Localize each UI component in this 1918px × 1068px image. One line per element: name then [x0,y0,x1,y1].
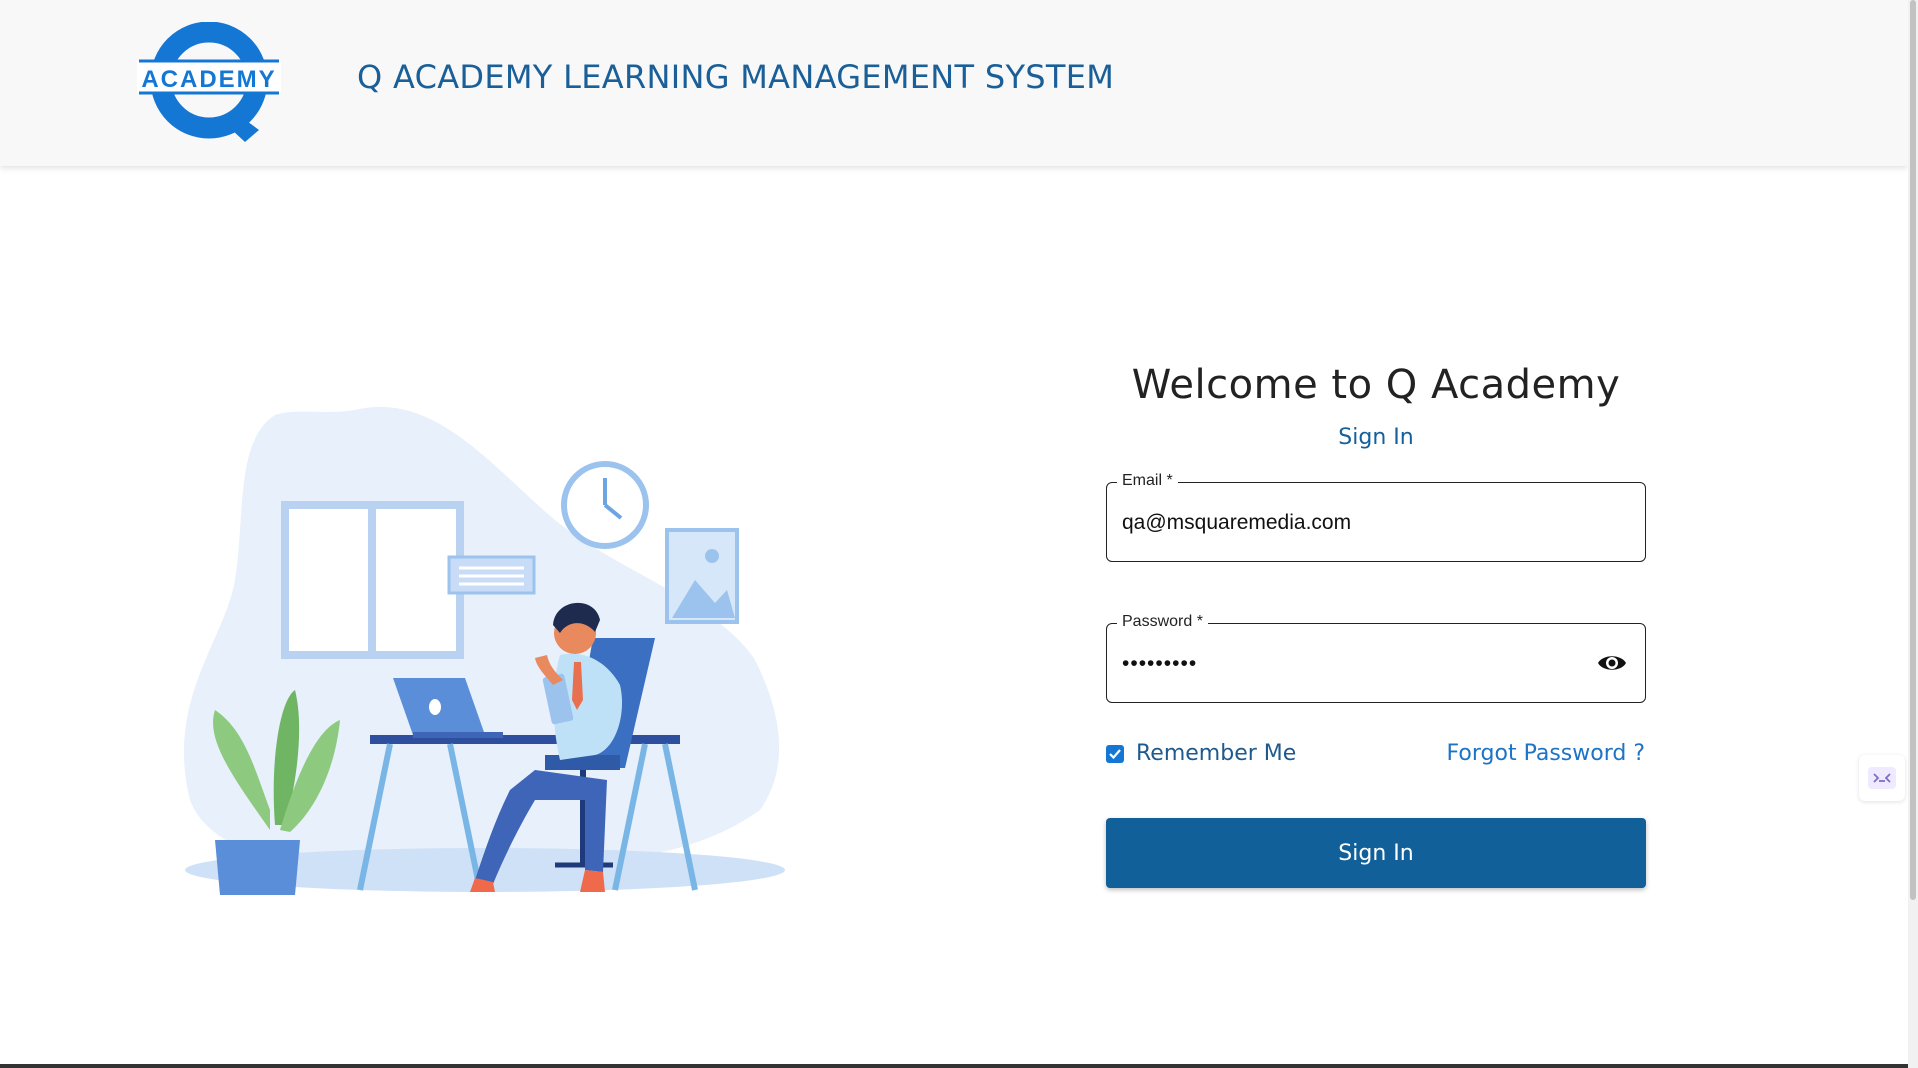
email-input[interactable] [1122,507,1585,539]
window-icon [281,501,464,659]
side-widget[interactable] [1859,755,1905,801]
remember-me[interactable]: Remember Me [1106,741,1296,766]
email-label: Email * [1117,472,1178,490]
password-field[interactable]: Password * [1106,613,1646,703]
scrollbar-thumb[interactable] [1910,0,1916,900]
remember-me-label: Remember Me [1136,741,1297,766]
header: ACADEMY Q ACADEMY LEARNING MANAGEMENT SY… [0,0,1908,166]
remember-me-checkbox[interactable] [1106,744,1124,763]
eye-icon[interactable] [1597,651,1627,675]
q-academy-logo[interactable]: ACADEMY [137,22,281,144]
chat-bubble-icon [447,555,536,595]
email-field[interactable]: Email * [1106,472,1646,562]
password-label: Password * [1117,613,1208,631]
sign-in-subtitle: Sign In [1338,425,1414,450]
clock-icon [561,461,649,549]
bottom-border [0,1064,1908,1068]
logo-text: ACADEMY [141,66,276,93]
password-input[interactable] [1122,648,1585,680]
sign-in-button[interactable]: Sign In [1106,818,1646,888]
vertical-scrollbar[interactable] [1908,0,1918,1068]
app-title: Q ACADEMY LEARNING MANAGEMENT SYSTEM [357,58,1115,96]
welcome-heading: Welcome to Q Academy [1131,362,1621,408]
workspace-illustration [183,406,785,895]
picture-frame-icon [665,528,739,624]
checkmark-icon [1109,748,1121,759]
forgot-password-link[interactable]: Forgot Password ? [1447,741,1645,766]
code-icon [1868,767,1896,789]
